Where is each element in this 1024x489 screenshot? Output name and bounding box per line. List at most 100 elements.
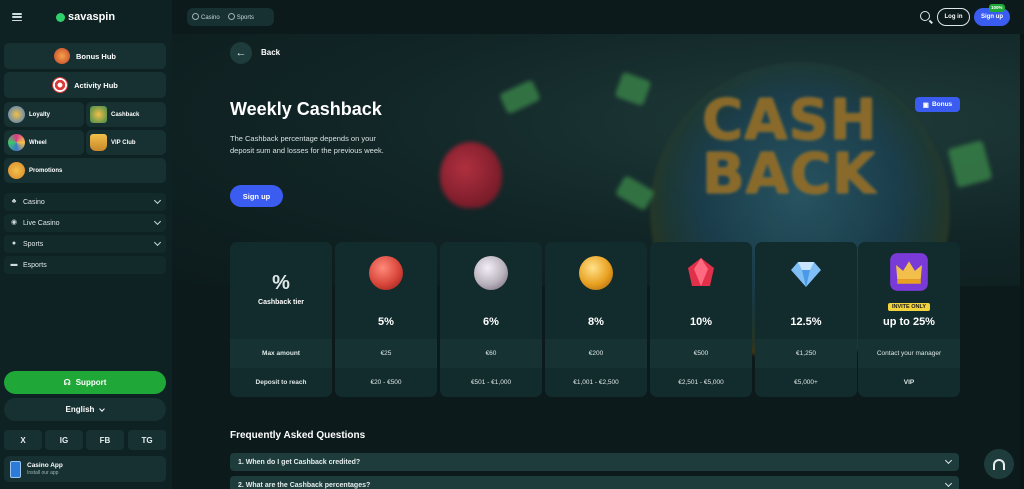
headset-icon: ☊ [63,378,71,387]
cherry-icon [192,13,199,20]
phone-icon [10,460,21,478]
sidebar-item-casino[interactable]: ♣ Casino [4,193,166,211]
tier-max-amount: €25 [335,339,437,368]
tier-column: 12.5% €1,250 €5,000+ [755,242,857,397]
hero-signup-button[interactable]: Sign up [230,185,283,207]
chevron-down-icon [153,196,162,205]
app-subtitle: Install our app [27,470,59,476]
sidebar-item-wheel[interactable]: Wheel [4,130,84,155]
sidebar-top: savaspin [0,0,172,34]
language-selector[interactable]: English [4,398,166,421]
cherry-icon: ♣ [11,198,17,205]
chevron-down-icon [153,238,162,247]
top-header: Casino Sports Log in Sign up 100% [172,0,1024,34]
support-button[interactable]: ☊ Support [4,371,166,394]
telegram-icon[interactable]: TG [128,430,166,450]
tier-deposit: VIP [903,379,915,386]
x-icon[interactable]: X [4,430,42,450]
instagram-icon[interactable]: IG [45,430,83,450]
sidebar-item-label: Loyalty [29,111,51,118]
sidebar-item-cashback[interactable]: Cashback [86,102,166,127]
money-bill-image [614,71,652,107]
silver-coin-icon [474,256,508,290]
percent-icon: % [272,272,290,294]
faq-title: Frequently Asked Questions [230,430,366,441]
sidebar-item-label: Activity Hub [74,80,118,90]
tier-column: 10% €500 €2,501 - €5,000 [650,242,752,397]
diamond-icon [791,262,821,287]
fruit-icon [54,48,70,64]
facebook-icon[interactable]: FB [86,430,124,450]
casino-sports-toggle[interactable]: Casino Sports [187,8,274,26]
sidebar-item-label: VIP Club [111,139,136,146]
sidebar-item-bonus-hub[interactable]: Bonus Hub [4,43,166,69]
chevron-down-icon [944,456,953,465]
bonus-label: Bonus [931,101,953,108]
login-button[interactable]: Log in [937,8,970,26]
sidebar-item-label: Wheel [29,139,47,146]
sidebar-item-label: Promotions [29,167,63,174]
app-title: Casino App [27,462,63,469]
tier-column-vip: INVITE ONLY up to 25% Contact your manag… [858,242,960,397]
logo[interactable]: savaspin [56,11,115,23]
tier-max-amount: €60 [440,339,542,368]
toggle-sports[interactable]: Sports [227,13,255,21]
sidebar-item-label: Sports [23,240,44,248]
tier-percent: 6% [483,316,499,328]
gamepad-icon: ▬ [10,261,18,268]
max-amount-label: Max amount [230,339,332,368]
tier-column: 6% €60 €501 - €1,000 [440,242,542,397]
tier-percent: 10% [689,316,713,328]
chevron-down-icon [944,479,953,488]
toggle-casino[interactable]: Casino [192,13,220,21]
gift-icon: ▣ [922,101,929,109]
toggle-sports-label: Sports [236,15,255,21]
menu-icon[interactable] [12,13,22,21]
sidebar-item-esports[interactable]: ▬ Esports [4,256,166,274]
casino-app-banner[interactable]: Casino App Install our app [4,456,166,482]
sidebar-item-label: Live Casino [23,219,60,227]
page-title: Weekly Cashback [230,99,382,119]
tier-column: 8% €200 €1,001 - €2,500 [545,242,647,397]
tier-max-amount: €200 [545,339,647,368]
sidebar-item-loyalty[interactable]: Loyalty [4,102,84,127]
tier-percent: 12.5% [790,316,822,328]
support-label: Support [75,378,107,387]
faq-item[interactable]: 1. When do I get Cashback credited? [230,453,959,471]
crown-icon [90,134,107,151]
promo-icon [8,162,25,179]
sidebar: savaspin Bonus Hub Activity Hub Loyalty … [0,0,172,489]
sidebar-item-vip-club[interactable]: VIP Club [86,130,166,155]
cash-icon [90,106,107,123]
faq-question: 1. When do I get Cashback credited? [238,458,361,466]
money-bill-image [499,79,541,115]
faq-item[interactable]: 2. What are the Cashback percentages? [230,476,959,489]
signup-badge: 100% [989,4,1005,12]
sidebar-item-promotions[interactable]: Promotions [4,158,166,183]
tier-max-amount: €1,250 [755,339,857,368]
scrollbar[interactable] [1020,34,1024,489]
cashback-artwork: CASH BACK [702,88,878,207]
search-icon[interactable] [920,11,930,21]
sidebar-item-activity-hub[interactable]: Activity Hub [4,72,166,98]
tier-deposit: €20 - €500 [370,379,402,386]
tier-deposit: €5,000+ [794,379,818,386]
red-coin-icon [369,256,403,290]
tier-deposit: €1,001 - €2,500 [573,379,619,386]
sidebar-item-live-casino[interactable]: ◉ Live Casino [4,214,166,232]
toggle-casino-label: Casino [201,15,220,21]
logo-mark-icon [56,12,65,22]
tier-percent: up to 25% [883,316,935,328]
sidebar-item-label: Casino [23,198,45,206]
deposit-label: Deposit to reach [255,379,307,386]
gold-coin-icon [579,256,613,290]
tier-column: 5% €25 €20 - €500 [335,242,437,397]
bonus-button[interactable]: ▣ Bonus [915,97,960,112]
tier-percent: 5% [378,316,394,328]
back-label[interactable]: Back [261,48,280,57]
logo-text: savaspin [68,11,116,23]
sidebar-item-sports[interactable]: ● Sports [4,235,166,253]
page-description: The Cashback percentage depends on your … [230,134,384,155]
back-button[interactable]: ← [230,42,252,64]
live-chat-button[interactable] [984,449,1014,479]
